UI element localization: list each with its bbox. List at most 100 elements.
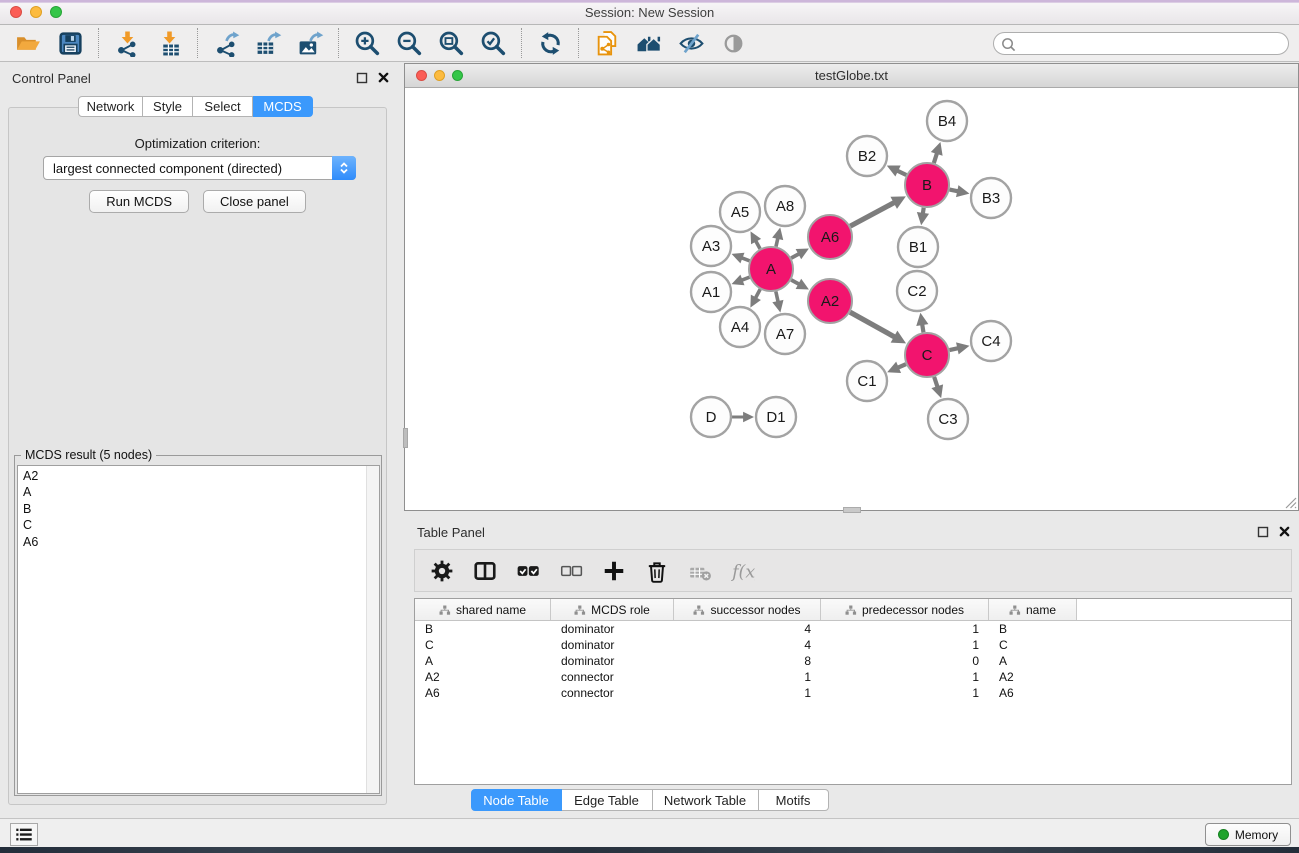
node-A[interactable]: A <box>749 247 793 291</box>
table-row[interactable]: A2connector11A2 <box>415 669 1291 685</box>
network-minimize-button[interactable] <box>434 70 445 81</box>
edge-A-A2[interactable] <box>791 279 809 290</box>
node-A4[interactable]: A4 <box>720 307 760 347</box>
edge-A-A4[interactable] <box>750 289 761 307</box>
column-header-MCDS-role[interactable]: MCDS role <box>551 599 674 620</box>
column-header-name[interactable]: name <box>989 599 1077 620</box>
settings-gear-icon[interactable] <box>429 558 455 584</box>
search-input[interactable] <box>993 32 1289 55</box>
close-panel-button[interactable]: Close panel <box>203 190 306 213</box>
node-A2[interactable]: A2 <box>808 279 852 323</box>
tab-edge-table[interactable]: Edge Table <box>562 789 653 811</box>
edge-A2-C[interactable] <box>850 312 906 343</box>
node-A5[interactable]: A5 <box>720 192 760 232</box>
node-C1[interactable]: C1 <box>847 361 887 401</box>
network-canvas[interactable]: AA1A2A3A4A5A6A7A8BB1B2B3B4CC1C2C3C4DD1 <box>405 88 1298 510</box>
mcds-result-item[interactable]: C <box>18 517 379 533</box>
node-B3[interactable]: B3 <box>971 178 1011 218</box>
node-B1[interactable]: B1 <box>898 227 938 267</box>
tab-mcds[interactable]: MCDS <box>253 96 313 117</box>
mcds-result-list[interactable]: A2ABCA6 <box>17 465 380 794</box>
splitter-handle-vertical[interactable] <box>403 428 408 448</box>
window-resize-grip[interactable] <box>1283 495 1297 509</box>
export-table-icon[interactable] <box>253 28 283 58</box>
edge-B-B3[interactable] <box>950 185 970 197</box>
node-C3[interactable]: C3 <box>928 399 968 439</box>
edge-C-C4[interactable] <box>949 342 969 354</box>
zoom-selected-icon[interactable] <box>478 28 508 58</box>
optimization-criterion-select[interactable]: largest connected component (directed) <box>43 156 356 180</box>
node-D[interactable]: D <box>691 397 731 437</box>
add-column-icon[interactable] <box>601 558 627 584</box>
hide-selected-eye-icon[interactable] <box>676 28 706 58</box>
node-C4[interactable]: C4 <box>971 321 1011 361</box>
edge-B-B1[interactable] <box>917 208 929 225</box>
table-row[interactable]: Adominator80A <box>415 653 1291 669</box>
node-A3[interactable]: A3 <box>691 226 731 266</box>
node-B4[interactable]: B4 <box>927 101 967 141</box>
edge-C-C2[interactable] <box>916 313 928 333</box>
zoom-fit-icon[interactable] <box>436 28 466 58</box>
network-close-button[interactable] <box>416 70 427 81</box>
edge-A6-B[interactable] <box>850 196 906 226</box>
node-B2[interactable]: B2 <box>847 136 887 176</box>
edge-C-C3[interactable] <box>931 377 943 398</box>
tab-motifs[interactable]: Motifs <box>759 789 829 811</box>
export-network-icon[interactable] <box>211 28 241 58</box>
zoom-out-icon[interactable] <box>394 28 424 58</box>
edge-A-A1[interactable] <box>732 275 750 286</box>
open-session-icon[interactable] <box>13 28 43 58</box>
node-A1[interactable]: A1 <box>691 272 731 312</box>
node-A8[interactable]: A8 <box>765 186 805 226</box>
network-window-titlebar[interactable]: testGlobe.txt <box>405 64 1298 88</box>
edge-B-B4[interactable] <box>931 142 943 163</box>
edge-A-A5[interactable] <box>751 231 762 248</box>
network-zoom-button[interactable] <box>452 70 463 81</box>
close-panel-icon[interactable] <box>377 71 390 84</box>
node-B[interactable]: B <box>905 163 949 207</box>
result-list-scrollbar[interactable] <box>366 466 379 793</box>
show-eye-icon[interactable] <box>718 28 748 58</box>
run-mcds-button[interactable]: Run MCDS <box>89 190 189 213</box>
mcds-result-item[interactable]: B <box>18 501 379 517</box>
edge-A-A7[interactable] <box>772 291 783 312</box>
copy-session-icon[interactable] <box>592 28 622 58</box>
column-header-successor-nodes[interactable]: successor nodes <box>674 599 821 620</box>
float-panel-icon[interactable] <box>355 71 368 84</box>
float-table-panel-icon[interactable] <box>1256 525 1269 538</box>
edge-D-D1[interactable] <box>732 412 754 423</box>
tab-network[interactable]: Network <box>78 96 143 117</box>
memory-button[interactable]: Memory <box>1205 823 1291 846</box>
tab-node-table[interactable]: Node Table <box>471 789 562 811</box>
edge-B-B2[interactable] <box>887 165 906 176</box>
node-D1[interactable]: D1 <box>756 397 796 437</box>
export-image-icon[interactable] <box>295 28 325 58</box>
table-row[interactable]: Bdominator41B <box>415 621 1291 637</box>
mcds-result-item[interactable]: A6 <box>18 534 379 550</box>
tab-select[interactable]: Select <box>193 96 253 117</box>
import-network-icon[interactable] <box>112 28 142 58</box>
mcds-result-item[interactable]: A2 <box>18 468 379 484</box>
node-A6[interactable]: A6 <box>808 215 852 259</box>
table-row[interactable]: A6connector11A6 <box>415 685 1291 701</box>
table-row[interactable]: Cdominator41C <box>415 637 1291 653</box>
select-all-checkboxes-icon[interactable] <box>515 558 541 584</box>
split-table-icon[interactable] <box>472 558 498 584</box>
edge-A-A8[interactable] <box>772 227 783 246</box>
edge-A-A3[interactable] <box>732 253 750 264</box>
tab-style[interactable]: Style <box>143 96 193 117</box>
mcds-result-item[interactable]: A <box>18 484 379 500</box>
node-A7[interactable]: A7 <box>765 314 805 354</box>
tab-network-table[interactable]: Network Table <box>653 789 759 811</box>
home-icon[interactable] <box>634 28 664 58</box>
save-session-icon[interactable] <box>55 28 85 58</box>
edge-A-A6[interactable] <box>791 248 809 259</box>
refresh-icon[interactable] <box>535 28 565 58</box>
column-header-shared-name[interactable]: shared name <box>415 599 551 620</box>
splitter-handle-horizontal[interactable] <box>843 507 861 513</box>
edge-C-C1[interactable] <box>887 362 906 373</box>
column-header-predecessor-nodes[interactable]: predecessor nodes <box>821 599 989 620</box>
task-history-button[interactable] <box>10 823 38 846</box>
deselect-all-checkboxes-icon[interactable] <box>558 558 584 584</box>
close-table-panel-icon[interactable] <box>1278 525 1291 538</box>
